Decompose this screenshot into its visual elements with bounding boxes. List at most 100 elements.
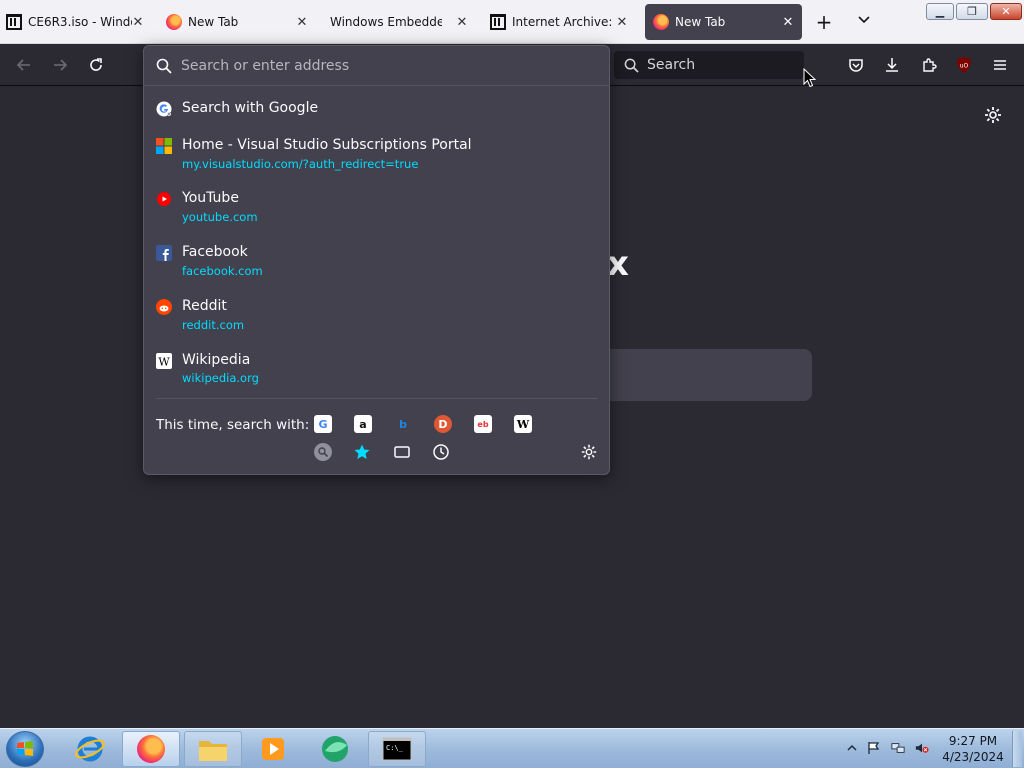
windows-logo-icon: [17, 741, 33, 756]
network-tray[interactable]: [891, 741, 905, 755]
search-tabs-button[interactable]: [393, 443, 411, 461]
google-icon: [156, 101, 172, 117]
result-visual-studio[interactable]: Home - Visual Studio Subscriptions Porta…: [144, 136, 609, 174]
result-reddit[interactable]: Reddit reddit.com: [144, 297, 609, 335]
show-desktop-button[interactable]: [1012, 731, 1022, 767]
google-icon: G: [318, 417, 328, 431]
windows-taskbar: C:\_ 9:27 PM 4/23/2024: [0, 728, 1024, 768]
result-url: youtube.com: [182, 210, 258, 224]
firefox-icon: [653, 14, 669, 30]
back-arrow-icon: [16, 59, 30, 71]
reload-button[interactable]: [85, 54, 107, 76]
tab-new-tab-active[interactable]: New Tab ✕: [645, 4, 802, 40]
volume-tray[interactable]: [915, 741, 929, 755]
taskbar-clock[interactable]: 9:27 PM 4/23/2024: [940, 733, 1006, 765]
restore-icon: ❐: [967, 5, 977, 18]
search-mode-history-search-button[interactable]: [314, 443, 332, 461]
duckduckgo-icon: D: [438, 417, 448, 431]
forward-arrow-icon: [54, 59, 68, 71]
microsoft-icon: [156, 138, 172, 154]
clock-time: 9:27 PM: [948, 734, 998, 748]
bing-icon: b: [399, 417, 407, 431]
close-tab-icon[interactable]: ✕: [614, 14, 630, 30]
close-tab-icon[interactable]: ✕: [780, 14, 796, 30]
bookmark-star-icon: [354, 444, 370, 459]
tab-windows-embedded[interactable]: Windows Embedded CE ✕: [330, 4, 476, 40]
close-tab-icon[interactable]: ✕: [454, 14, 470, 30]
close-tab-icon[interactable]: ✕: [294, 14, 310, 30]
folder-icon: [199, 741, 227, 761]
taskbar-firefox[interactable]: [122, 731, 180, 767]
volume-muted-icon: [915, 743, 929, 753]
one-off-search-label: This time, search with:: [156, 417, 310, 433]
taskbar-command-prompt[interactable]: C:\_: [368, 731, 426, 767]
ublock-origin-button[interactable]: uO: [954, 55, 974, 75]
minimize-button[interactable]: ▁: [926, 3, 954, 20]
clock-date: 4/23/2024: [942, 750, 1004, 764]
close-window-button[interactable]: ✕: [990, 3, 1022, 20]
urlbar-dropdown: Search with Google Home - Visual Studio …: [143, 45, 610, 475]
close-icon: ✕: [1001, 5, 1011, 18]
result-title: Search with Google: [182, 100, 319, 116]
amazon-icon: a: [359, 417, 367, 431]
taskbar-app-green[interactable]: [306, 731, 364, 767]
customize-page-button[interactable]: [983, 105, 1003, 125]
search-bar[interactable]: Search: [614, 51, 804, 79]
youtube-icon: [157, 192, 171, 206]
address-input[interactable]: [181, 57, 581, 74]
result-title: Facebook: [182, 244, 248, 260]
minimize-icon: ▁: [935, 5, 945, 18]
downloads-button[interactable]: [882, 55, 902, 75]
result-search-google[interactable]: Search with Google: [144, 98, 609, 120]
wikipedia-icon: W: [516, 417, 530, 431]
taskbar-file-explorer[interactable]: [184, 731, 242, 767]
search-settings-button[interactable]: [580, 443, 598, 461]
extensions-button[interactable]: [919, 55, 939, 75]
reload-icon: [90, 58, 102, 71]
tab-title: CE6R3.iso - Window: [28, 15, 132, 29]
chevron-down-icon: [858, 16, 870, 24]
tab-ce6r3-iso[interactable]: CE6R3.iso - Window ✕: [6, 4, 152, 40]
pocket-button[interactable]: [846, 55, 866, 75]
taskbar-internet-explorer[interactable]: [61, 731, 119, 767]
action-center-tray[interactable]: [867, 741, 881, 755]
result-title: YouTube: [182, 190, 239, 206]
result-title: Home - Visual Studio Subscriptions Porta…: [182, 137, 472, 153]
archive-icon: [490, 14, 506, 30]
search-bar-placeholder: Search: [647, 57, 696, 73]
search-engine-bing[interactable]: b: [394, 415, 412, 433]
start-button[interactable]: [6, 731, 44, 767]
result-title: Reddit: [182, 298, 227, 314]
url-input-row: [144, 46, 609, 86]
svg-text:uO: uO: [960, 63, 969, 70]
show-hidden-icons-button[interactable]: [845, 741, 859, 755]
tab-title: New Tab: [188, 15, 239, 29]
search-history-button[interactable]: [432, 443, 450, 461]
result-youtube[interactable]: YouTube youtube.com: [144, 189, 609, 227]
forward-button[interactable]: [49, 54, 71, 76]
result-wikipedia[interactable]: W Wikipedia wikipedia.org: [144, 351, 609, 389]
pocket-icon: [849, 59, 863, 72]
gear-icon: [985, 107, 1001, 123]
search-engine-amazon[interactable]: a: [354, 415, 372, 433]
close-tab-icon[interactable]: ✕: [130, 14, 146, 30]
tab-new-tab[interactable]: New Tab ✕: [166, 4, 316, 40]
search-engine-google[interactable]: G: [314, 415, 332, 433]
taskbar-media-player[interactable]: [244, 731, 302, 767]
firefox-icon: [137, 735, 165, 763]
list-all-tabs-button[interactable]: [854, 13, 874, 33]
tab-strip: CE6R3.iso - Window ✕ New Tab ✕ Windows E…: [0, 0, 1024, 44]
chevron-up-icon: [847, 744, 857, 751]
search-engine-ebay[interactable]: eb: [474, 415, 492, 433]
back-button[interactable]: [13, 54, 35, 76]
search-engine-wikipedia[interactable]: W: [514, 415, 532, 433]
search-engine-duckduckgo[interactable]: D: [434, 415, 452, 433]
result-facebook[interactable]: Facebook facebook.com: [144, 243, 609, 281]
tab-internet-archive[interactable]: Internet Archive: Vi ✕: [490, 4, 636, 40]
restore-button[interactable]: ❐: [956, 3, 988, 20]
app-menu-button[interactable]: [990, 55, 1010, 75]
page-search-box[interactable]: [600, 349, 812, 401]
search-bookmarks-button[interactable]: [353, 443, 371, 461]
new-tab-button[interactable]: +: [814, 12, 834, 33]
search-icon: [624, 58, 639, 73]
